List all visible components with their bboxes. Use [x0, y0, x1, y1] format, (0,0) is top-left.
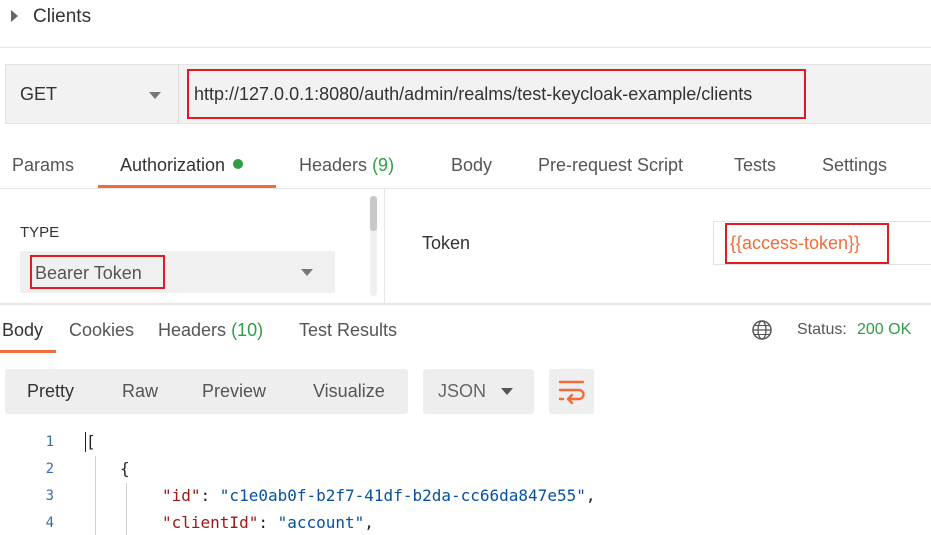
tab-response-headers[interactable]: Headers (10) [158, 320, 263, 341]
divider [178, 64, 179, 124]
json-key: "id" [162, 486, 201, 505]
indent-guide [126, 483, 127, 535]
indent-guide [95, 456, 96, 535]
chevron-down-icon[interactable] [301, 269, 313, 276]
scrollbar-thumb[interactable] [370, 196, 377, 231]
tab-cookies[interactable]: Cookies [69, 320, 134, 341]
token-label: Token [422, 233, 471, 253]
status-label: Status: [797, 321, 847, 338]
code-line-1: [ [86, 432, 96, 451]
divider [0, 303, 931, 305]
highlight-box [725, 223, 889, 264]
line-number: 1 [45, 434, 54, 450]
code-line-2: { [120, 459, 130, 478]
view-pretty-button[interactable]: Pretty [27, 381, 74, 402]
line-number: 3 [45, 488, 54, 504]
code-line-3: "id": "c1e0ab0f-b2f7-41df-b2da-cc66da847… [162, 486, 595, 505]
auth-type-label: TYPE [20, 224, 60, 241]
active-dot-icon [233, 159, 244, 169]
json-comma: , [585, 486, 596, 505]
json-value: "account" [277, 513, 365, 532]
caret-right-icon[interactable] [11, 10, 18, 22]
code-line-4: "clientId": "account", [162, 513, 374, 532]
divider [0, 188, 931, 189]
request-title[interactable]: Clients [33, 6, 91, 28]
line-number: 4 [45, 515, 54, 531]
view-visualize-button[interactable]: Visualize [313, 381, 385, 402]
json-key: "clientId" [162, 513, 259, 532]
highlight-box [187, 69, 806, 119]
wrap-lines-icon [558, 380, 585, 405]
tab-settings[interactable]: Settings [822, 155, 887, 176]
view-preview-button[interactable]: Preview [202, 381, 266, 402]
tab-headers-label: Headers [299, 155, 368, 175]
format-value: JSON [438, 381, 487, 401]
tab-tests[interactable]: Tests [734, 155, 776, 176]
tab-response-body[interactable]: Body [2, 320, 43, 341]
divider [384, 189, 385, 304]
tab-authorization-label: Authorization [120, 155, 226, 175]
view-raw-button[interactable]: Raw [122, 381, 158, 402]
line-number: 2 [45, 461, 54, 477]
active-tab-indicator [0, 350, 56, 353]
wrap-lines-button[interactable] [549, 369, 594, 414]
json-comma: , [364, 513, 374, 532]
method-select[interactable]: GET [20, 84, 57, 105]
json-value: "c1e0ab0f-b2f7-41df-b2da-cc66da847e55" [219, 486, 586, 505]
json-separator: : [258, 513, 278, 532]
tab-test-results[interactable]: Test Results [299, 320, 397, 341]
tab-authorization[interactable]: Authorization [120, 155, 244, 176]
tab-response-headers-count: (10) [231, 320, 264, 340]
tab-headers-count: (9) [372, 155, 395, 175]
tab-params[interactable]: Params [12, 155, 74, 176]
tab-headers[interactable]: Headers (9) [299, 155, 394, 176]
highlight-box [30, 255, 165, 289]
globe-icon[interactable] [751, 319, 773, 346]
json-separator: : [200, 486, 220, 505]
status-value: 200 OK [857, 321, 912, 338]
divider [0, 47, 931, 48]
chevron-down-icon[interactable] [501, 388, 513, 395]
chevron-down-icon[interactable] [149, 92, 161, 99]
tab-response-headers-label: Headers [158, 320, 227, 340]
tab-body[interactable]: Body [451, 155, 492, 176]
tab-prerequest-script[interactable]: Pre-request Script [538, 155, 683, 176]
